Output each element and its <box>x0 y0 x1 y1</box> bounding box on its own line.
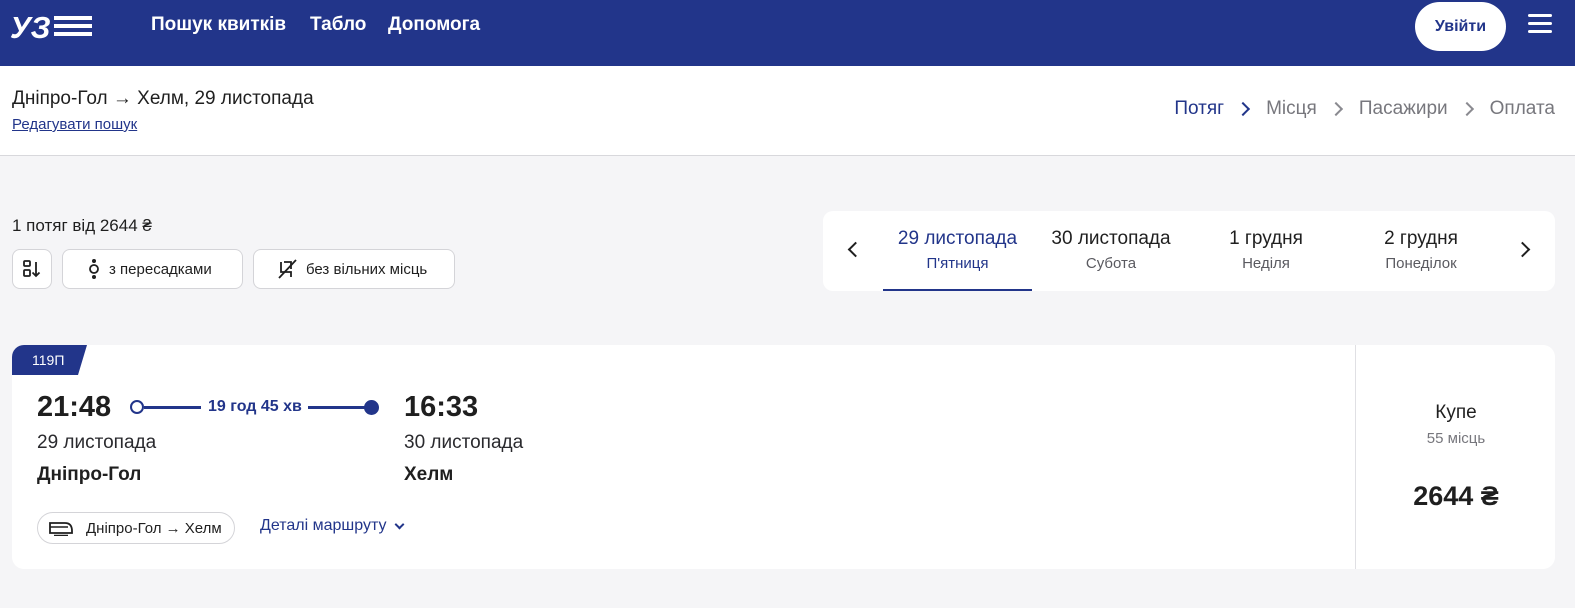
route-details-label: Деталі маршруту <box>260 517 387 534</box>
edit-search-link[interactable]: Редагувати пошук <box>12 116 137 133</box>
top-nav-bar: УЗ Пошук квитків Табло Допомога Увійти <box>0 0 1575 66</box>
wagon-class-option[interactable]: Купе 55 місць 2644 ₴ <box>1355 345 1555 569</box>
date-tab-1[interactable]: 30 листопада Субота <box>1035 211 1187 291</box>
date-tab-date: 2 грудня <box>1384 228 1458 249</box>
sort-button[interactable] <box>12 249 52 289</box>
step-passengers: Пасажири <box>1358 98 1448 119</box>
free-seats-count: 55 місць <box>1426 430 1486 447</box>
transfer-icon <box>89 259 99 279</box>
departure-dot-icon <box>130 400 144 414</box>
date-tab-0[interactable]: 29 листопада П'ятниця <box>883 211 1032 291</box>
nav-link-help[interactable]: Допомога <box>388 14 480 36</box>
date-tab-weekday: Субота <box>1085 255 1137 272</box>
step-train: Потяг <box>1174 98 1225 119</box>
booking-steps: Потяг Місця Пасажири Оплата <box>1174 98 1555 120</box>
journey-line <box>308 406 365 409</box>
no-seats-filter-button[interactable]: без вільних місць <box>253 249 455 289</box>
date-tab-weekday: П'ятниця <box>926 255 989 272</box>
train-icon <box>49 522 73 536</box>
arrival-dot-icon <box>364 400 379 415</box>
login-button[interactable]: Увійти <box>1415 2 1506 51</box>
svg-text:УЗ: УЗ <box>10 10 51 42</box>
train-card[interactable]: 119П 21:48 19 год 45 хв 16:33 29 листопа… <box>12 345 1555 569</box>
chevron-right-icon <box>1236 101 1251 117</box>
departure-station: Дніпро-Гол <box>37 464 142 485</box>
menu-icon[interactable] <box>1528 14 1552 36</box>
transfers-filter-button[interactable]: з пересадками <box>62 249 243 289</box>
date-tab-date: 29 листопада <box>897 228 1018 249</box>
route-pill-label: Дніпро-Гол → Хелм <box>86 519 222 537</box>
journey-line <box>144 406 201 409</box>
date-tab-date: 30 листопада <box>1051 228 1171 249</box>
train-number-badge: 119П <box>12 345 87 375</box>
arrival-date: 30 листопада <box>404 432 524 453</box>
date-tab-2[interactable]: 1 грудня Неділя <box>1190 211 1342 291</box>
arrival-time: 16:33 <box>404 391 479 423</box>
date-tab-weekday: Неділя <box>1242 255 1290 272</box>
search-summary: Дніпро-Гол → Хелм, 29 листопада Редагува… <box>0 66 1575 156</box>
arrival-station: Хелм <box>404 464 454 485</box>
chevron-down-icon <box>395 519 405 529</box>
step-payment: Оплата <box>1489 98 1555 119</box>
departure-date: 29 листопада <box>37 432 157 453</box>
nav-link-board[interactable]: Табло <box>310 14 366 36</box>
chevron-left-icon[interactable] <box>843 239 865 261</box>
departure-time: 21:48 <box>37 391 112 423</box>
wagon-class-name: Купе <box>1435 402 1477 423</box>
chevron-right-icon <box>1328 101 1343 117</box>
date-selector: 29 листопада П'ятниця 30 листопада Субот… <box>823 211 1555 291</box>
sort-icon <box>23 260 41 278</box>
no-seats-filter-label: без вільних місць <box>306 260 428 278</box>
ticket-price: 2644 ₴ <box>1413 481 1499 511</box>
journey-duration: 19 год 45 хв <box>208 398 302 415</box>
uz-logo[interactable]: УЗ <box>10 10 94 42</box>
transfers-filter-label: з пересадками <box>109 260 212 278</box>
results-count: 1 потяг від 2644 ₴ <box>12 216 152 235</box>
chevron-right-icon[interactable] <box>1514 239 1537 261</box>
route-details-link[interactable]: Деталі маршруту <box>260 517 405 535</box>
step-seats: Місця <box>1266 98 1317 119</box>
no-seat-icon <box>278 259 297 279</box>
route-pill: Дніпро-Гол → Хелм <box>37 512 235 544</box>
date-tab-weekday: Понеділок <box>1385 255 1457 272</box>
date-tab-date: 1 грудня <box>1229 228 1303 249</box>
nav-link-ticket-search[interactable]: Пошук квитків <box>151 14 286 36</box>
route-title: Дніпро-Гол → Хелм, 29 листопада <box>12 88 314 109</box>
chevron-right-icon <box>1459 101 1474 117</box>
date-tab-3[interactable]: 2 грудня Понеділок <box>1345 211 1497 291</box>
